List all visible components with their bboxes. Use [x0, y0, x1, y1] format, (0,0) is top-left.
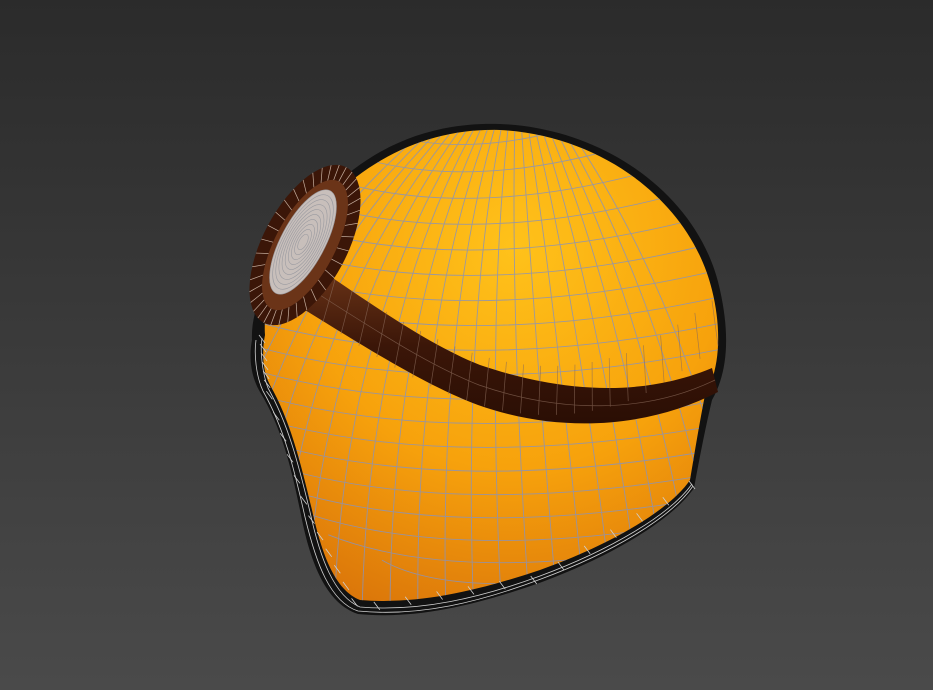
3d-viewport[interactable] [0, 0, 933, 690]
viewport-canvas[interactable] [0, 0, 933, 690]
